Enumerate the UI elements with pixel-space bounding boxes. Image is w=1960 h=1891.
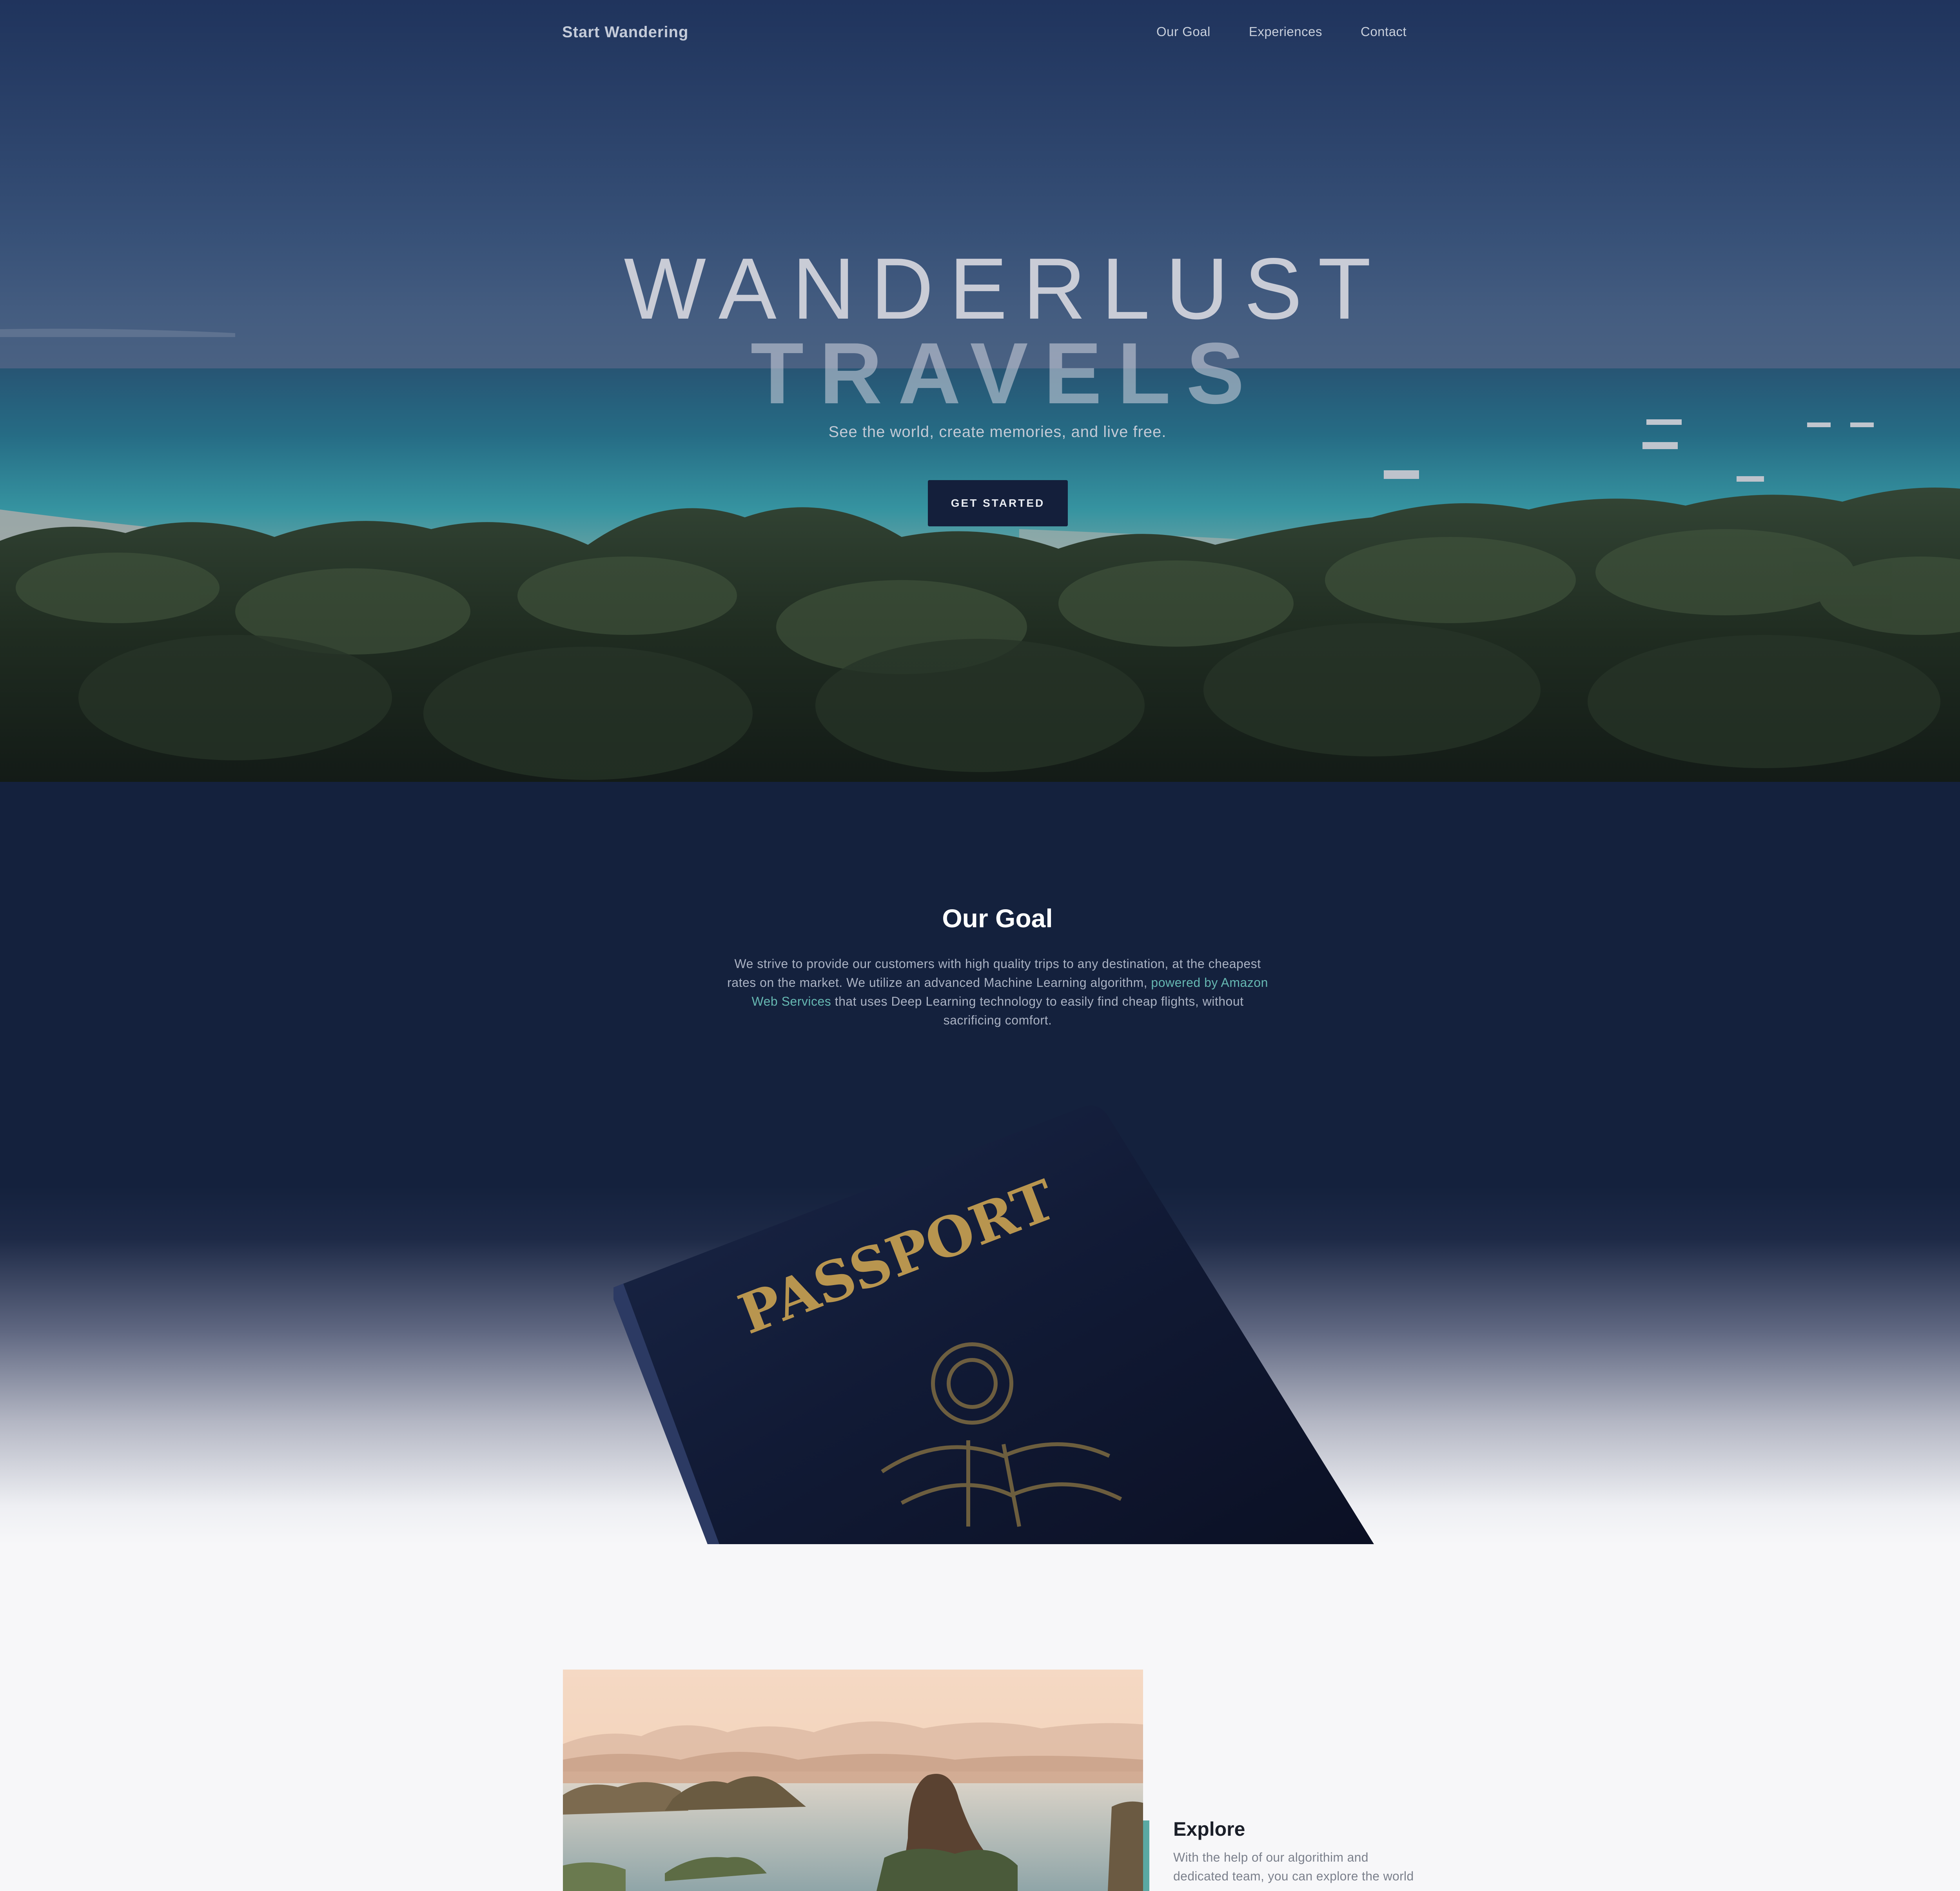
explore-title: Explore xyxy=(1173,1818,1245,1840)
explore-accent-bar xyxy=(1143,1820,1149,1891)
nav-brand[interactable]: Start Wandering xyxy=(562,24,688,41)
hero-title-line2: TRAVELS xyxy=(750,325,1260,422)
nav-link-experiences[interactable]: Experiences xyxy=(1249,24,1322,39)
nav-link-our-goal[interactable]: Our Goal xyxy=(1156,24,1210,39)
passport-image: PASSPORT xyxy=(613,1105,1374,1544)
nav-links: Our Goal Experiences Contact xyxy=(1156,24,1406,39)
explore-text: With the help of our algorithim and dedi… xyxy=(1173,1850,1414,1883)
rio-landscape-image xyxy=(563,1670,1143,1891)
page: Start Wandering Our Goal Experiences Con… xyxy=(0,0,1960,1891)
hero-subtitle: See the world, create memories, and live… xyxy=(828,423,1167,441)
passport-cover xyxy=(613,1105,1374,1544)
get-started-button[interactable]: GET STARTED xyxy=(928,480,1068,526)
hero-section: Start Wandering Our Goal Experiences Con… xyxy=(0,0,1960,782)
our-goal-section: Our Goal We strive to provide our custom… xyxy=(0,782,1960,1544)
explore-section: Explore With the help of our algorithim … xyxy=(0,1544,1960,1891)
nav-link-contact[interactable]: Contact xyxy=(1361,24,1406,39)
explore-image xyxy=(563,1670,1143,1891)
